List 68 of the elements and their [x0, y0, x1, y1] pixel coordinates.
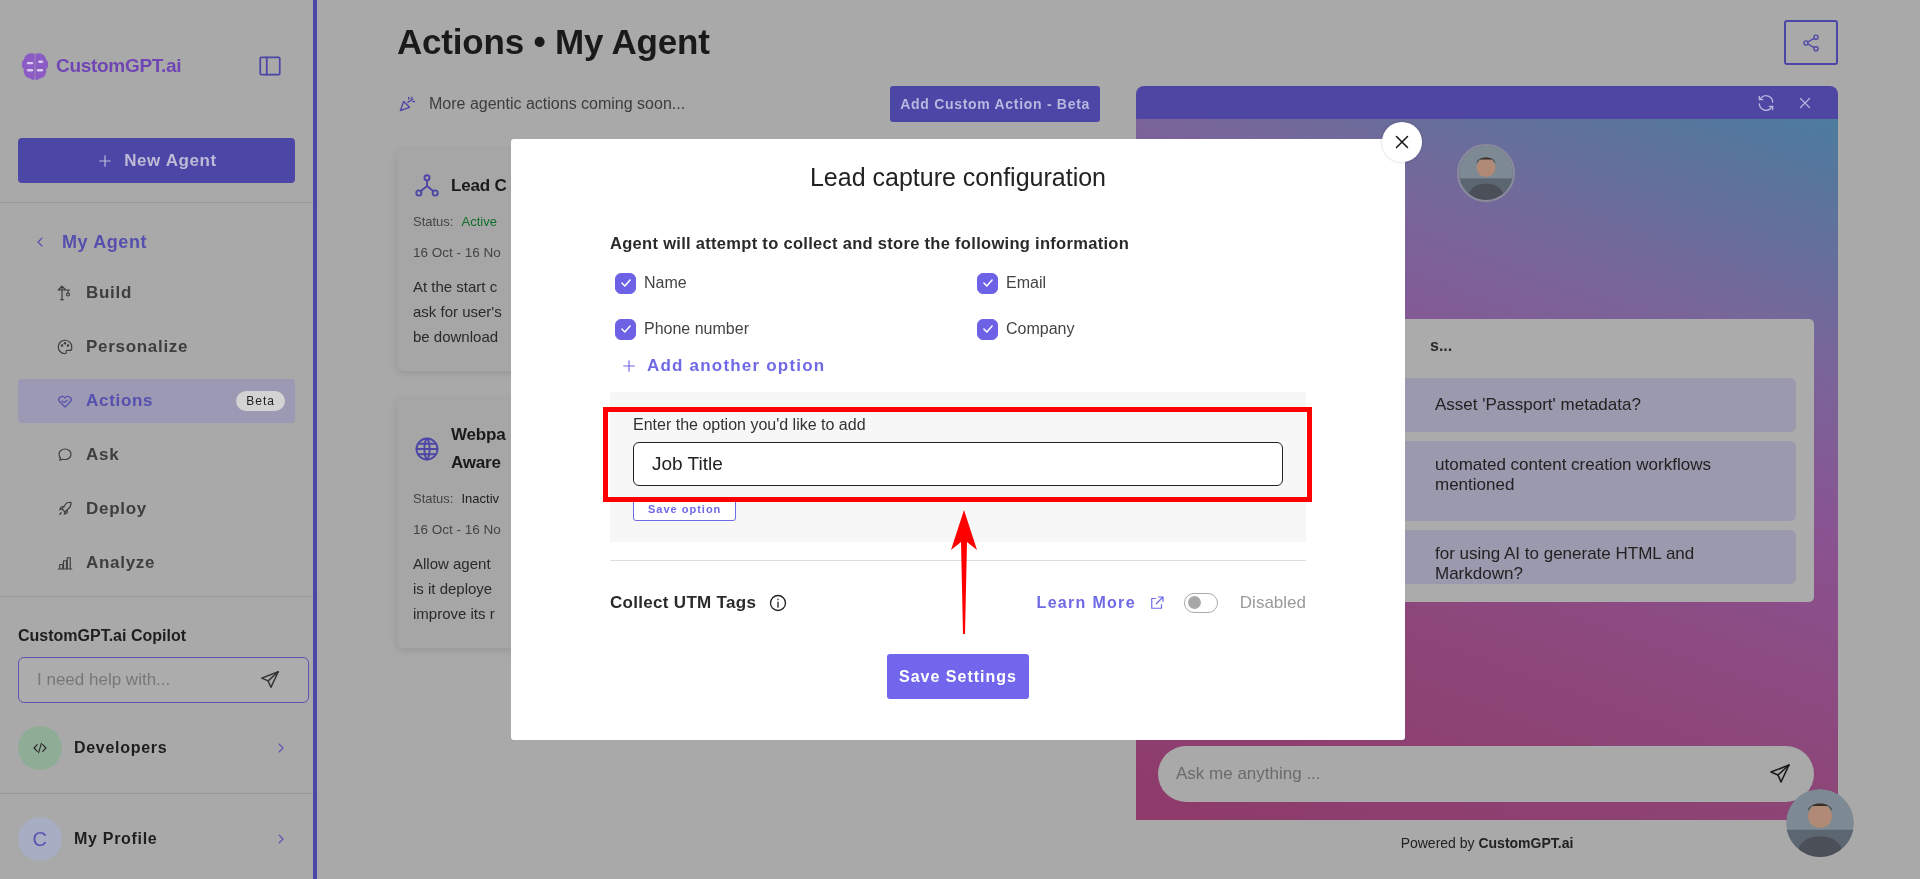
sidebar-toggle-button[interactable]	[257, 53, 283, 79]
panel-icon	[257, 53, 283, 79]
share-icon	[1801, 32, 1821, 53]
info-icon	[768, 593, 789, 613]
check-icon	[980, 276, 995, 290]
send-icon	[259, 669, 281, 691]
check-icon	[980, 322, 995, 336]
message-input[interactable]: Ask me anything ...	[1158, 746, 1814, 802]
nav-item[interactable]: Ask	[18, 433, 295, 477]
bar-chart-icon	[56, 554, 74, 572]
checkbox[interactable]	[977, 318, 998, 340]
learn-more-link[interactable]: Learn More	[1036, 594, 1166, 612]
new-agent-button[interactable]: New Agent	[18, 138, 295, 183]
option-input[interactable]: Job Title	[633, 442, 1283, 486]
nav-item[interactable]: Personalize	[18, 325, 295, 369]
code-icon	[32, 740, 48, 756]
beta-badge: Beta	[236, 391, 285, 411]
back-link[interactable]: My Agent	[32, 226, 295, 258]
suggestions-heading: s...	[1429, 336, 1454, 356]
utm-label: Collect UTM Tags	[610, 593, 757, 613]
card-description: Allow agent is it deploye improve its r	[413, 554, 495, 624]
card-title: Lead C	[451, 175, 507, 197]
globe-icon	[413, 435, 441, 463]
profile-link[interactable]: C My Profile	[18, 816, 295, 862]
plus-icon	[620, 357, 638, 375]
rocket-icon	[56, 500, 74, 518]
notice-text: More agentic actions coming soon...	[429, 95, 686, 113]
checkbox-label: Email	[1006, 274, 1046, 292]
brand-name: CustomGPT.ai	[56, 55, 182, 77]
refresh-button[interactable]	[1756, 92, 1776, 113]
status-value: Active	[461, 214, 497, 229]
chat-icon	[56, 446, 74, 464]
checkbox-label: Company	[1006, 320, 1075, 338]
checkbox[interactable]	[615, 318, 636, 340]
send-icon	[1768, 762, 1792, 786]
field-label: Enter the option you'd like to add	[633, 416, 867, 434]
nav-item[interactable]: Build	[18, 271, 295, 315]
party-popper-icon	[397, 94, 417, 114]
share-button[interactable]	[1784, 20, 1838, 65]
checkbox[interactable]	[615, 272, 636, 294]
profile-avatar: C	[18, 817, 62, 861]
developers-link[interactable]: Developers	[18, 725, 295, 771]
date-range: 16 Oct - 16 No	[413, 522, 501, 537]
nav-item[interactable]: Deploy	[18, 487, 295, 531]
checkbox-label: Name	[644, 274, 687, 292]
refresh-icon	[1756, 92, 1776, 113]
nav-item[interactable]: Analyze	[18, 541, 295, 585]
date-range: 16 Oct - 16 No	[413, 245, 501, 260]
page-title: Actions • My Agent	[397, 22, 710, 62]
palette-icon	[56, 338, 74, 356]
section-heading: Agent will attempt to collect and store the following information	[610, 234, 1131, 253]
status-label: Status:	[413, 491, 454, 506]
check-icon	[618, 322, 633, 336]
copilot-title: CustomGPT.ai Copilot	[18, 627, 187, 645]
toggle-switch[interactable]	[1183, 593, 1218, 613]
save-settings-button[interactable]: Save Settings	[887, 654, 1029, 699]
checkbox[interactable]	[977, 272, 998, 294]
checkbox-label: Phone number	[644, 320, 749, 338]
status-value: Inactiv	[461, 491, 500, 506]
status-label: Status:	[413, 214, 454, 229]
add-custom-action-button[interactable]: Add Custom Action - Beta	[890, 86, 1100, 122]
check-icon	[618, 276, 633, 290]
modal-title: Lead capture configuration	[808, 163, 1107, 192]
add-option-link[interactable]: Add another option	[620, 354, 1306, 378]
nav-item[interactable]: Actions Beta	[18, 379, 295, 423]
toggle-state: Disabled	[1239, 593, 1306, 613]
card-title: Webpa Aware	[451, 424, 506, 474]
card-description: At the start c ask for user's be download	[413, 277, 502, 347]
